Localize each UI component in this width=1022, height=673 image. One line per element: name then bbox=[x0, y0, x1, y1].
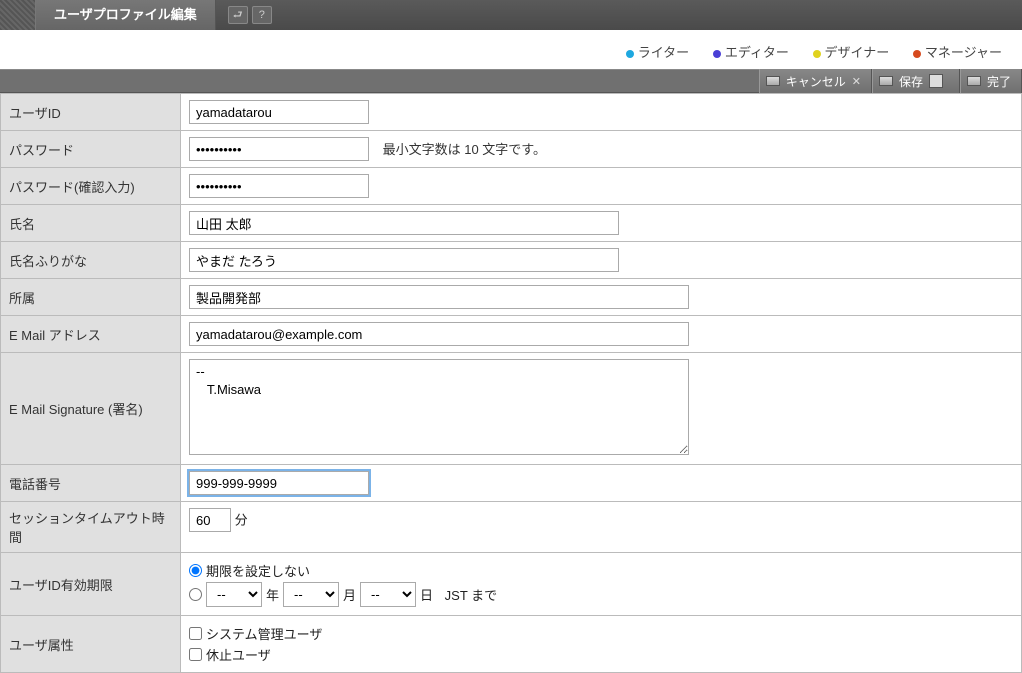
phone-input[interactable] bbox=[189, 471, 369, 495]
timeout-input[interactable] bbox=[189, 508, 231, 532]
user-id-input[interactable] bbox=[189, 100, 369, 124]
label-signature: E Mail Signature (署名) bbox=[1, 353, 181, 465]
signature-textarea[interactable] bbox=[189, 359, 689, 455]
close-icon: ✕ bbox=[852, 75, 861, 88]
back-icon[interactable]: ⮐ bbox=[228, 6, 248, 24]
help-icon[interactable]: ? bbox=[252, 6, 272, 24]
expiry-none-label: 期限を設定しない bbox=[206, 561, 310, 580]
year-suffix: 年 bbox=[266, 585, 279, 604]
app-logo bbox=[0, 0, 36, 30]
tz-suffix: JST まで bbox=[445, 585, 498, 604]
name-input[interactable] bbox=[189, 211, 619, 235]
role-editor: エディター bbox=[713, 45, 789, 60]
page-title: ユーザプロファイル編集 bbox=[36, 0, 216, 30]
label-name: 氏名 bbox=[1, 205, 181, 242]
dot-icon bbox=[913, 50, 921, 58]
expiry-year-select[interactable]: -- bbox=[206, 582, 262, 607]
label-department: 所属 bbox=[1, 279, 181, 316]
label-email: E Mail アドレス bbox=[1, 316, 181, 353]
label-phone: 電話番号 bbox=[1, 465, 181, 502]
label-password-confirm: パスワード(確認入力) bbox=[1, 168, 181, 205]
dot-icon bbox=[713, 50, 721, 58]
suspended-checkbox[interactable] bbox=[189, 648, 202, 661]
suspended-label: 休止ユーザ bbox=[206, 645, 271, 664]
disk-icon bbox=[929, 74, 943, 88]
done-button[interactable]: 完了 bbox=[960, 69, 1022, 93]
dot-icon bbox=[626, 50, 634, 58]
admin-label: システム管理ユーザ bbox=[206, 624, 322, 643]
button-glyph-icon bbox=[967, 76, 981, 86]
button-glyph-icon bbox=[879, 76, 893, 86]
email-input[interactable] bbox=[189, 322, 689, 346]
month-suffix: 月 bbox=[343, 585, 356, 604]
timeout-unit: 分 bbox=[235, 513, 248, 528]
expiry-none-radio[interactable] bbox=[189, 564, 202, 577]
app-header: ユーザプロファイル編集 ⮐ ? bbox=[0, 0, 1022, 30]
dot-icon bbox=[813, 50, 821, 58]
expiry-day-select[interactable]: -- bbox=[360, 582, 416, 607]
admin-checkbox[interactable] bbox=[189, 627, 202, 640]
password-hint: 最小文字数は 10 文字です。 bbox=[383, 142, 546, 157]
day-suffix: 日 bbox=[420, 585, 433, 604]
cancel-label: キャンセル bbox=[786, 73, 846, 90]
label-user-id: ユーザID bbox=[1, 94, 181, 131]
save-label: 保存 bbox=[899, 73, 923, 90]
save-button[interactable]: 保存 bbox=[872, 69, 960, 93]
expiry-date-radio[interactable] bbox=[189, 588, 202, 601]
cancel-button[interactable]: キャンセル ✕ bbox=[759, 69, 872, 93]
done-label: 完了 bbox=[987, 73, 1011, 90]
name-kana-input[interactable] bbox=[189, 248, 619, 272]
role-legend: ライター エディター デザイナー マネージャー bbox=[0, 30, 1022, 69]
role-designer: デザイナー bbox=[813, 45, 890, 60]
role-manager: マネージャー bbox=[913, 45, 1002, 60]
action-toolbar: キャンセル ✕ 保存 完了 bbox=[0, 69, 1022, 93]
department-input[interactable] bbox=[189, 285, 689, 309]
password-confirm-input[interactable] bbox=[189, 174, 369, 198]
label-name-kana: 氏名ふりがな bbox=[1, 242, 181, 279]
role-writer: ライター bbox=[626, 45, 689, 60]
label-attributes: ユーザ属性 bbox=[1, 616, 181, 673]
label-password: パスワード bbox=[1, 131, 181, 168]
label-timeout: セッションタイムアウト時間 bbox=[1, 502, 181, 553]
button-glyph-icon bbox=[766, 76, 780, 86]
profile-form: ユーザID パスワード 最小文字数は 10 文字です。 パスワード(確認入力) … bbox=[0, 93, 1022, 673]
password-input[interactable] bbox=[189, 137, 369, 161]
label-expiry: ユーザID有効期限 bbox=[1, 553, 181, 616]
expiry-month-select[interactable]: -- bbox=[283, 582, 339, 607]
